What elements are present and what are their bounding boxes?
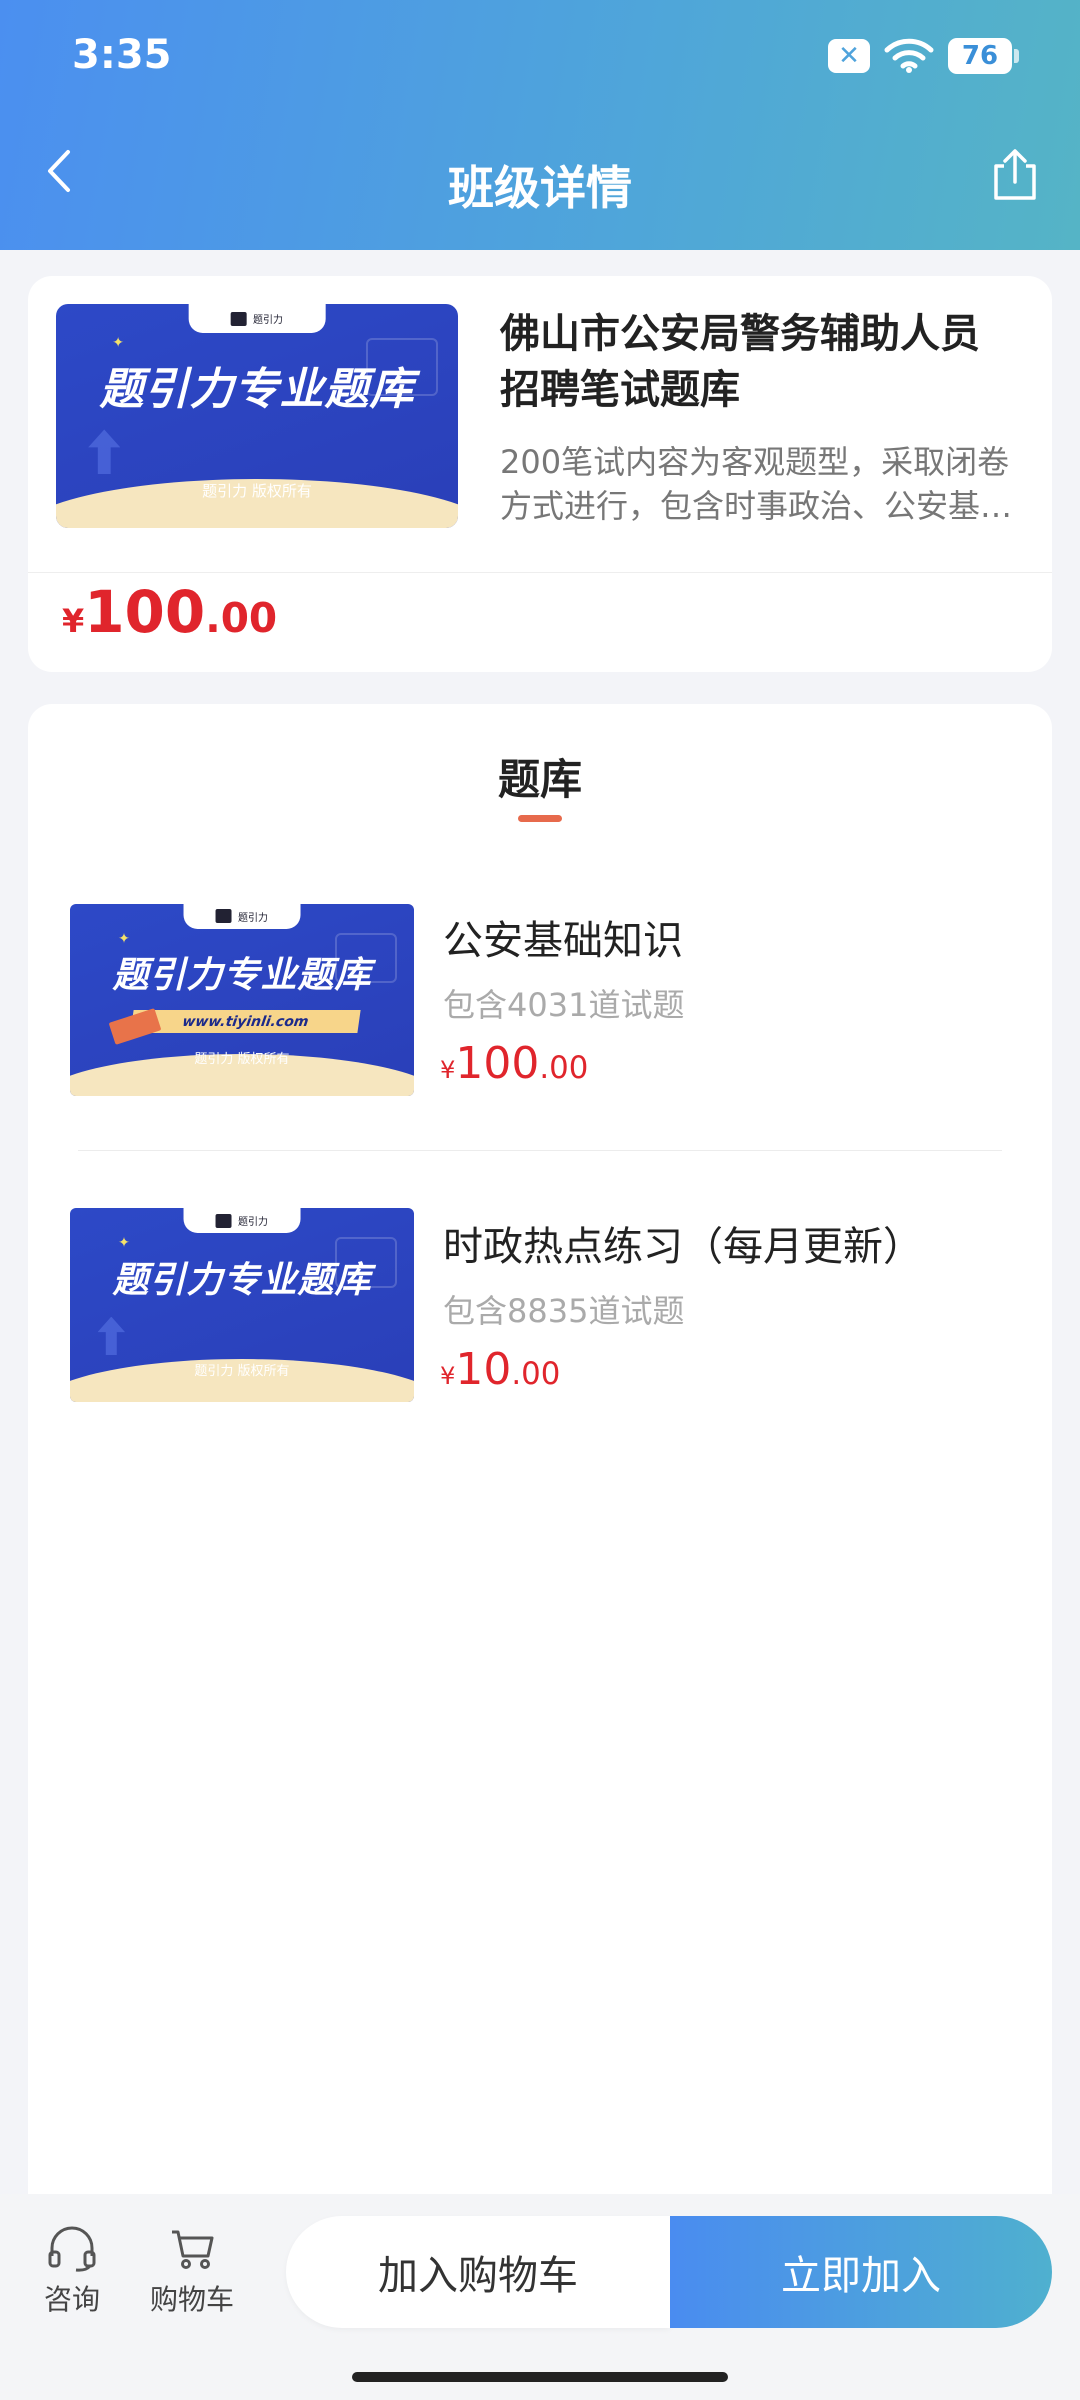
home-indicator[interactable] [352,2372,728,2382]
sim-off-icon: ✕ [828,39,870,73]
section-underline [518,815,562,822]
divider [28,572,1052,573]
list-item-count: 包含8835道试题 [443,1292,685,1330]
add-to-cart-button[interactable]: 加入购物车 [286,2216,670,2328]
list-item-thumbnail[interactable]: 题引力 ✦ 题引力专业题库 www.tiyinli.com 题引力 版权所有 [70,904,414,1096]
section-title: 题库 [497,755,582,804]
course-description: 200笔试内容为客观题型，采取闭卷方式进行，包含时事政治、公安基础知识等内容 [500,443,1013,525]
star-icon: ✦ [118,1235,130,1252]
list-item-count: 包含4031道试题 [443,986,685,1024]
join-now-button[interactable]: 立即加入 [670,2216,1052,2328]
list-item-thumbnail[interactable]: 题引力 ✦ 题引力专业题库 题引力 版权所有 [70,1208,414,1402]
status-time: 3:35 [72,32,172,78]
star-icon: ✦ [112,335,124,352]
star-icon: ✦ [118,930,130,947]
list-item-price: ¥100.00 [440,1038,589,1089]
divider [78,1150,1002,1151]
list-item-title[interactable]: 公安基础知识 [443,908,683,966]
brand-logo-icon [215,1213,232,1228]
list-item-price: ¥10.00 [440,1344,561,1395]
share-icon[interactable] [990,148,1040,202]
wifi-icon [884,38,934,73]
headset-icon [48,2226,96,2272]
list-item-title[interactable]: 时政热点练习（每月更新） [443,1214,923,1272]
brand-logo-icon [230,311,247,326]
status-icons: ✕ 76 [828,38,1019,74]
cart-icon [172,2230,214,2269]
cart-button[interactable]: 购物车 [150,2226,234,2318]
course-price: ¥100.00 [62,578,278,646]
brand-logo-icon [215,909,232,924]
arrow-up-icon [97,1316,126,1356]
book-icon [108,1008,162,1046]
course-thumbnail: 题引力 ✦ 题引力专业题库 题引力 版权所有 [56,304,458,528]
arrow-up-icon [88,429,121,475]
course-title: 佛山市公安局警务辅助人员招聘笔试题库 [500,311,980,413]
page-title: 班级详情 [448,161,632,215]
consult-button[interactable]: 咨询 [44,2226,100,2318]
battery-icon: 76 [948,38,1019,74]
